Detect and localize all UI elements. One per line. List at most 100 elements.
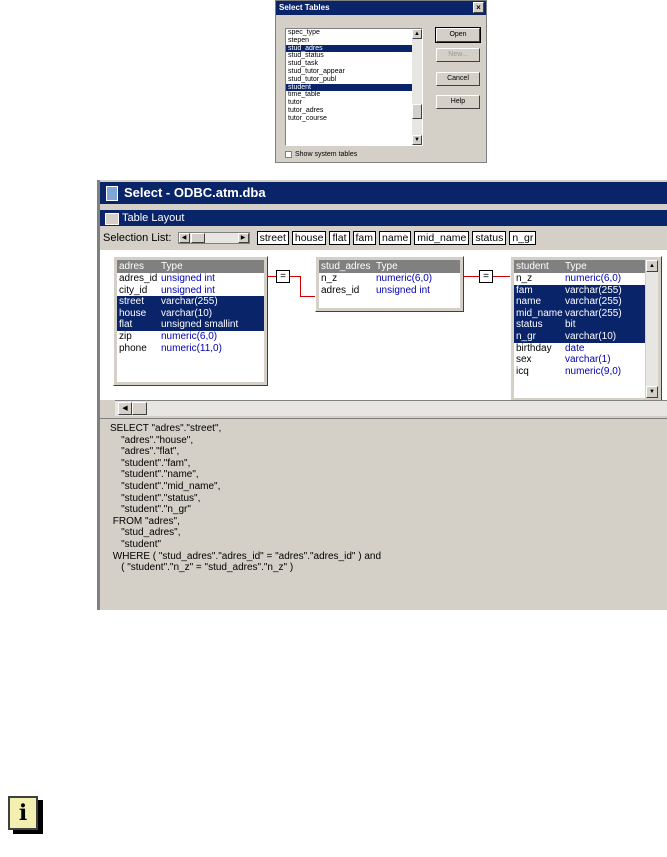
new-button[interactable]: New... — [436, 48, 480, 62]
column-type: unsigned int — [376, 284, 430, 296]
column-row[interactable]: status bit — [514, 319, 645, 331]
help-button[interactable]: Help — [436, 95, 480, 109]
table-layout-canvas[interactable]: adres Type adres_id unsigned int city_id un… — [100, 250, 667, 400]
join-equals[interactable]: = — [479, 270, 493, 283]
column-type: varchar(10) — [161, 307, 213, 319]
column-type: date — [565, 342, 585, 354]
dialog-title-bar: Select Tables × — [276, 1, 486, 15]
column-row[interactable]: flat unsigned smallint — [117, 319, 264, 331]
scroll-thumb[interactable] — [190, 233, 205, 244]
checkbox-icon[interactable] — [285, 150, 292, 158]
join-equals[interactable]: = — [276, 270, 290, 283]
column-row[interactable]: phone numeric(11,0) — [117, 343, 264, 355]
tables-list-item[interactable]: tutor — [286, 99, 422, 107]
selection-column-chip[interactable]: fam — [352, 231, 377, 246]
sql-line: "student"."name", — [110, 469, 199, 481]
column-row[interactable]: adres_id unsigned int — [319, 285, 460, 297]
tables-list-item[interactable]: tutor_adres — [286, 107, 422, 115]
selection-list-row: Selection List: ◀ ▶ street house flat fam na… — [103, 230, 539, 246]
tables-list-scrollbar[interactable]: ▲ ▼ — [412, 29, 422, 145]
open-button[interactable]: Open — [435, 27, 481, 43]
selection-column-chip[interactable]: flat — [329, 231, 350, 246]
selection-column-chip[interactable]: status — [472, 231, 507, 246]
scroll-left-icon[interactable]: ◀ — [178, 233, 190, 244]
column-name: icq — [516, 365, 529, 377]
table-header: student Type — [514, 260, 645, 273]
sql-line: "student"."status", — [110, 492, 201, 504]
scroll-left-icon[interactable]: ◀ — [118, 402, 132, 415]
column-row[interactable]: fam varchar(255) — [514, 284, 645, 297]
selection-list-scrollbar[interactable]: ◀ ▶ — [177, 232, 250, 245]
selection-column-chip[interactable]: mid_name — [414, 231, 470, 246]
column-row[interactable]: birthday date — [514, 343, 645, 355]
column-type: unsigned int — [161, 273, 215, 284]
column-row[interactable]: n_z numeric(6,0) — [319, 273, 460, 285]
scroll-up-icon[interactable]: ▲ — [646, 260, 658, 272]
column-row[interactable]: adres_id unsigned int — [117, 273, 264, 285]
column-name: city_id — [119, 284, 148, 296]
scroll-thumb[interactable] — [132, 402, 147, 415]
join-line — [300, 276, 301, 297]
column-name: phone — [119, 342, 147, 354]
selection-column-chip[interactable]: name — [379, 231, 412, 246]
table-student[interactable]: student Type n_z numeric(6,0) fam varchar(2… — [510, 256, 662, 400]
show-system-tables-checkbox[interactable]: Show system tables — [285, 150, 357, 159]
column-row[interactable]: name varchar(255) — [514, 296, 645, 308]
table-layout-title-bar: Table Layout — [100, 210, 667, 226]
tables-list-item[interactable]: stud_status — [286, 52, 422, 60]
close-icon[interactable]: × — [473, 2, 484, 13]
table-adres[interactable]: adres Type adres_id unsigned int city_id un… — [113, 256, 268, 386]
sql-line: FROM "adres", — [110, 515, 180, 527]
scroll-down-icon[interactable]: ▼ — [412, 135, 422, 145]
tables-list-item[interactable]: student — [286, 83, 422, 92]
sql-line: SELECT "adres"."street", — [110, 423, 222, 434]
table-stud-adres[interactable]: stud_adres Type n_z numeric(6,0) adres_id u… — [315, 256, 464, 312]
cancel-button[interactable]: Cancel — [436, 72, 480, 86]
sql-line: "stud_adres", — [110, 527, 181, 539]
table-scrollbar[interactable]: ▲ ▼ — [646, 260, 658, 398]
selection-column-chip[interactable]: street — [256, 231, 289, 246]
column-row[interactable]: n_z numeric(6,0) — [514, 273, 645, 285]
column-type: varchar(255) — [565, 284, 622, 296]
column-row[interactable]: city_id unsigned int — [117, 285, 264, 297]
column-type: unsigned int — [161, 284, 215, 296]
tables-list-item[interactable]: stud_adres — [286, 44, 422, 53]
column-row[interactable]: n_gr varchar(10) — [514, 330, 645, 343]
column-type: unsigned smallint — [161, 319, 239, 331]
column-row[interactable]: street varchar(255) — [117, 296, 264, 308]
scroll-up-icon[interactable]: ▲ — [412, 29, 422, 39]
selection-column-chip[interactable]: n_gr — [509, 231, 537, 246]
tables-list[interactable]: spec_type stepen stud_adres stud_status stud… — [285, 28, 423, 146]
tables-list-item[interactable]: stepen — [286, 37, 422, 45]
scroll-thumb[interactable] — [412, 104, 422, 119]
tables-list-item[interactable]: stud_tutor_appear — [286, 68, 422, 76]
selection-column-chip[interactable]: house — [291, 231, 327, 246]
sql-line: "adres"."house", — [110, 434, 194, 446]
tables-list-item[interactable]: tutor_course — [286, 115, 422, 123]
tables-list-item[interactable]: stud_task — [286, 60, 422, 68]
info-note-icon: ℹ — [8, 796, 38, 830]
sql-text-area[interactable]: SELECT "adres"."street", "adres"."house"… — [100, 418, 667, 610]
tables-list-item[interactable]: time_table — [286, 91, 422, 99]
sql-line: "student"."n_gr" — [110, 504, 191, 516]
scroll-right-icon[interactable]: ▶ — [237, 233, 249, 244]
column-row[interactable]: house varchar(10) — [117, 307, 264, 320]
type-header: Type — [565, 261, 587, 272]
column-type: varchar(10) — [565, 330, 617, 342]
column-name: house — [119, 307, 147, 319]
column-name: sex — [516, 354, 532, 366]
tables-list-item[interactable]: spec_type — [286, 29, 422, 37]
column-row[interactable]: icq numeric(9,0) — [514, 366, 645, 378]
table-header: stud_adres Type — [319, 260, 460, 273]
sql-line: "adres"."flat", — [110, 446, 180, 458]
scroll-down-icon[interactable]: ▼ — [646, 386, 658, 398]
column-type: numeric(9,0) — [565, 365, 622, 377]
tables-list-item[interactable]: stud_tutor_publ — [286, 76, 422, 84]
dialog-title: Select Tables — [279, 3, 330, 12]
column-row[interactable]: sex varchar(1) — [514, 354, 645, 366]
column-row[interactable]: zip numeric(6,0) — [117, 331, 264, 343]
table-columns: n_z numeric(6,0) fam varchar(255) name varcha… — [514, 273, 645, 398]
layout-horizontal-scrollbar[interactable]: ◀ — [115, 400, 667, 416]
column-row[interactable]: mid_name varchar(255) — [514, 307, 645, 320]
column-type: varchar(255) — [565, 296, 622, 308]
